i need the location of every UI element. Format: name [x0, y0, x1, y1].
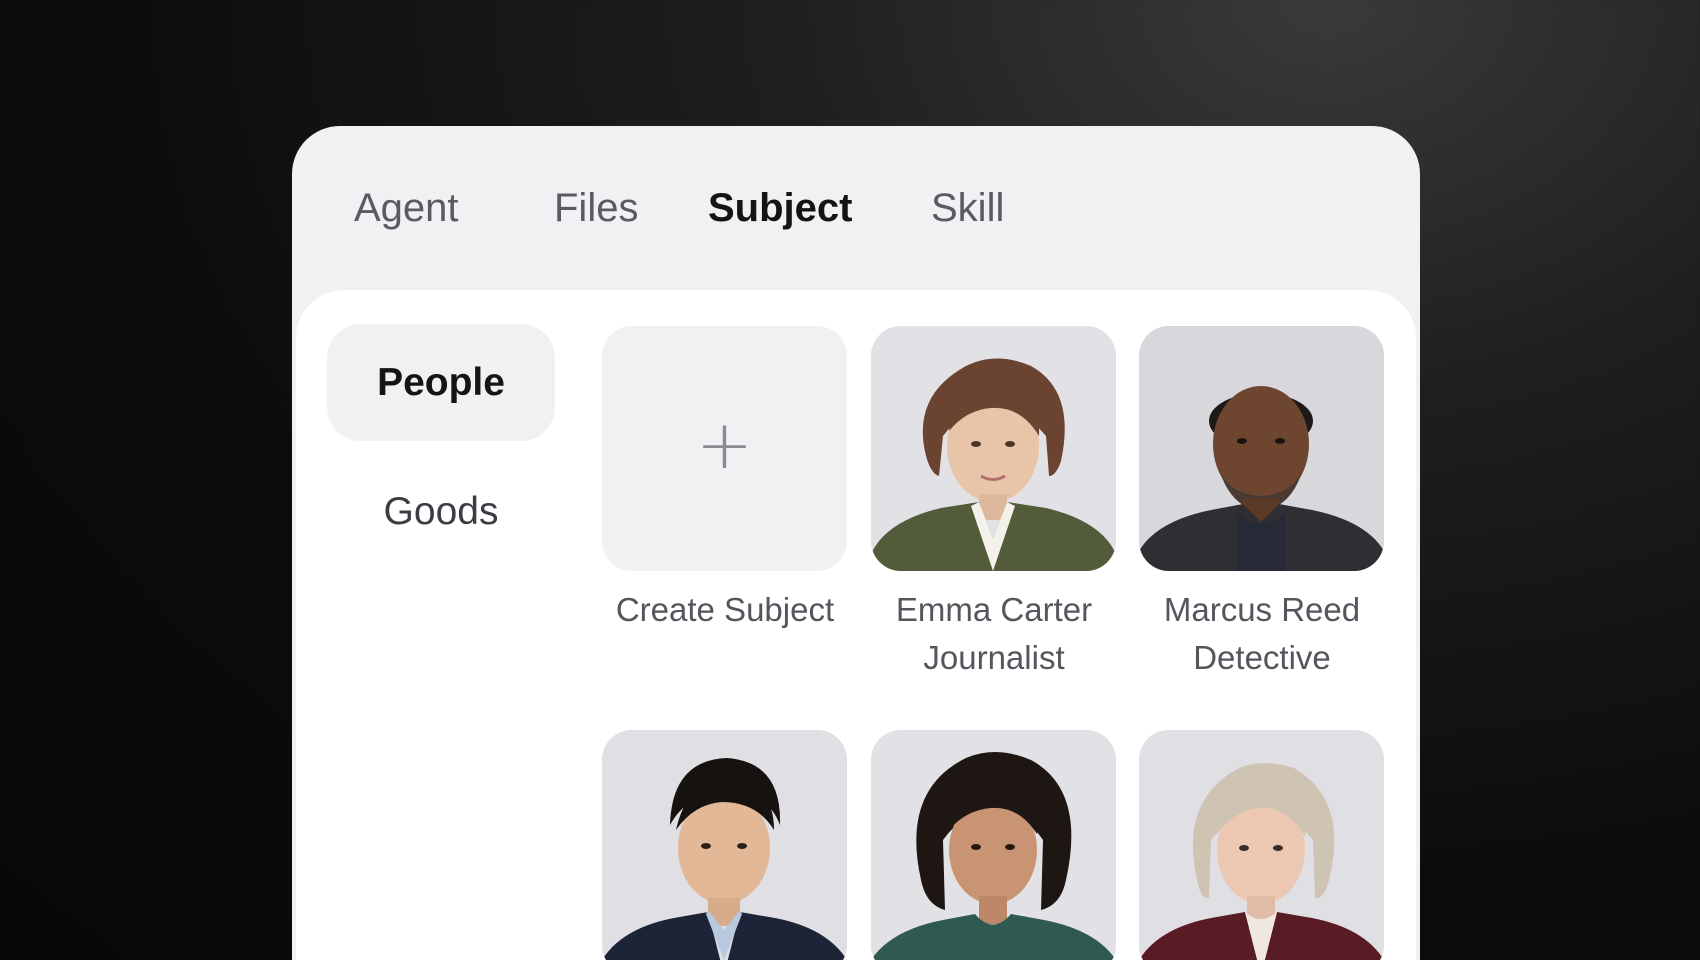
- plus-icon: +: [696, 406, 753, 485]
- subject-role: Journalist: [923, 639, 1065, 676]
- avatar[interactable]: [602, 730, 847, 960]
- subject-name: Marcus Reed: [1163, 591, 1361, 628]
- portrait-marcus-reed: [1139, 326, 1384, 571]
- tab-agent[interactable]: Agent: [354, 186, 459, 231]
- create-subject-label: Create Subject: [615, 591, 835, 628]
- portrait-woman-curly-hair: [871, 730, 1116, 960]
- subject-card-emma-carter[interactable]: Emma Carter Journalist: [871, 326, 1116, 677]
- avatar[interactable]: [1139, 326, 1384, 571]
- create-subject-tile[interactable]: +: [602, 326, 847, 571]
- subject-panel: Agent Files Subject Skill People Goods +…: [292, 126, 1420, 960]
- avatar[interactable]: [871, 730, 1116, 960]
- portrait-man-navy-suit: [602, 730, 847, 960]
- subject-card-marcus-reed[interactable]: Marcus Reed Detective: [1139, 326, 1384, 677]
- category-goods[interactable]: Goods: [327, 453, 555, 570]
- create-subject-card[interactable]: + Create Subject: [602, 326, 847, 629]
- tab-skill[interactable]: Skill: [931, 186, 1004, 231]
- subject-card[interactable]: [871, 730, 1116, 960]
- portrait-emma-carter: [871, 326, 1116, 571]
- tab-subject[interactable]: Subject: [708, 186, 852, 231]
- subject-card[interactable]: [602, 730, 847, 960]
- subject-content: People Goods + Create Subject Emma Carte…: [296, 290, 1416, 960]
- category-people[interactable]: People: [327, 324, 555, 441]
- tab-bar: Agent Files Subject Skill: [292, 126, 1420, 291]
- subject-name: Emma Carter: [895, 591, 1093, 628]
- portrait-older-woman: [1139, 730, 1384, 960]
- avatar[interactable]: [1139, 730, 1384, 960]
- subject-card[interactable]: [1139, 730, 1384, 960]
- subject-role: Detective: [1193, 639, 1331, 676]
- tab-files[interactable]: Files: [554, 186, 638, 231]
- avatar[interactable]: [871, 326, 1116, 571]
